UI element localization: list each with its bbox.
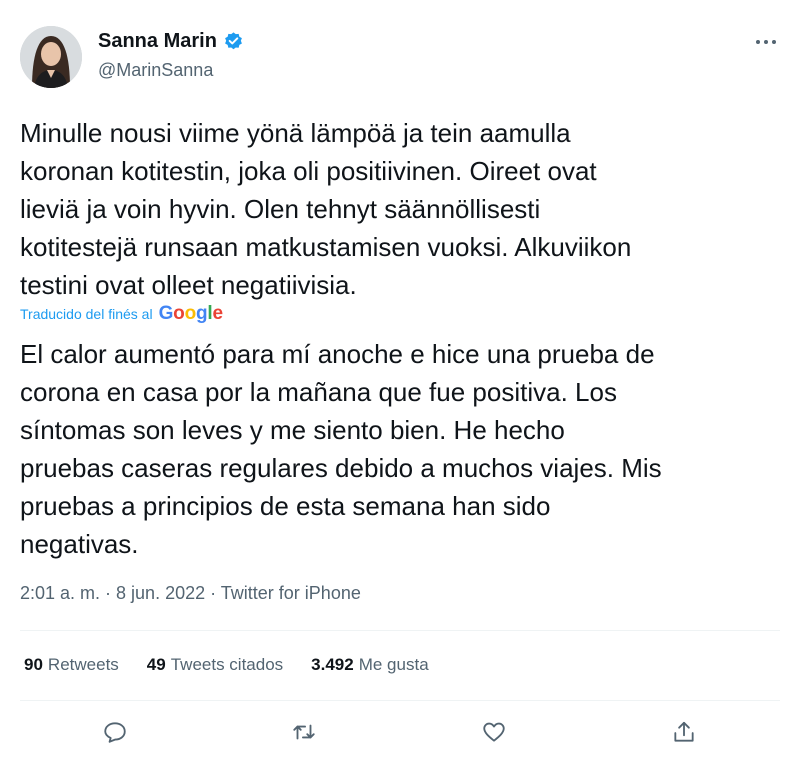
tweet-translated-text: El calor aumentó para mí anoche e hice u… (20, 339, 662, 559)
like-icon[interactable] (479, 717, 509, 747)
divider (20, 630, 780, 631)
reply-icon[interactable] (100, 717, 130, 747)
translation-attribution[interactable]: Traducido del finés al Google (20, 303, 223, 325)
more-horizontal-icon[interactable] (748, 28, 784, 56)
translated-label: Traducido del finés al (20, 306, 153, 322)
action-bar (0, 705, 800, 759)
tweet-original-text: Minulle nousi viime yönä lämpöä ja tein … (20, 118, 632, 300)
avatar[interactable] (20, 26, 82, 88)
google-logo: Google (158, 303, 223, 324)
likes-stat[interactable]: 3.492 Me gusta (311, 655, 428, 675)
profile-photo (20, 26, 82, 88)
retweet-icon[interactable] (289, 717, 319, 747)
author-name[interactable]: Sanna Marin (98, 30, 217, 53)
tweet-stats: 90 Retweets 49 Tweets citados 3.492 Me gust… (24, 655, 429, 675)
author-name-row[interactable]: Sanna Marin (98, 30, 244, 53)
share-icon[interactable] (669, 717, 699, 747)
quotes-stat[interactable]: 49 Tweets citados (147, 655, 283, 675)
verified-badge-icon (223, 31, 244, 52)
tweet-meta[interactable]: 2:01 a. m. · 8 jun. 2022 · Twitter for i… (20, 583, 361, 604)
author-handle[interactable]: @MarinSanna (98, 60, 213, 81)
retweets-stat[interactable]: 90 Retweets (24, 655, 119, 675)
divider (20, 700, 780, 701)
